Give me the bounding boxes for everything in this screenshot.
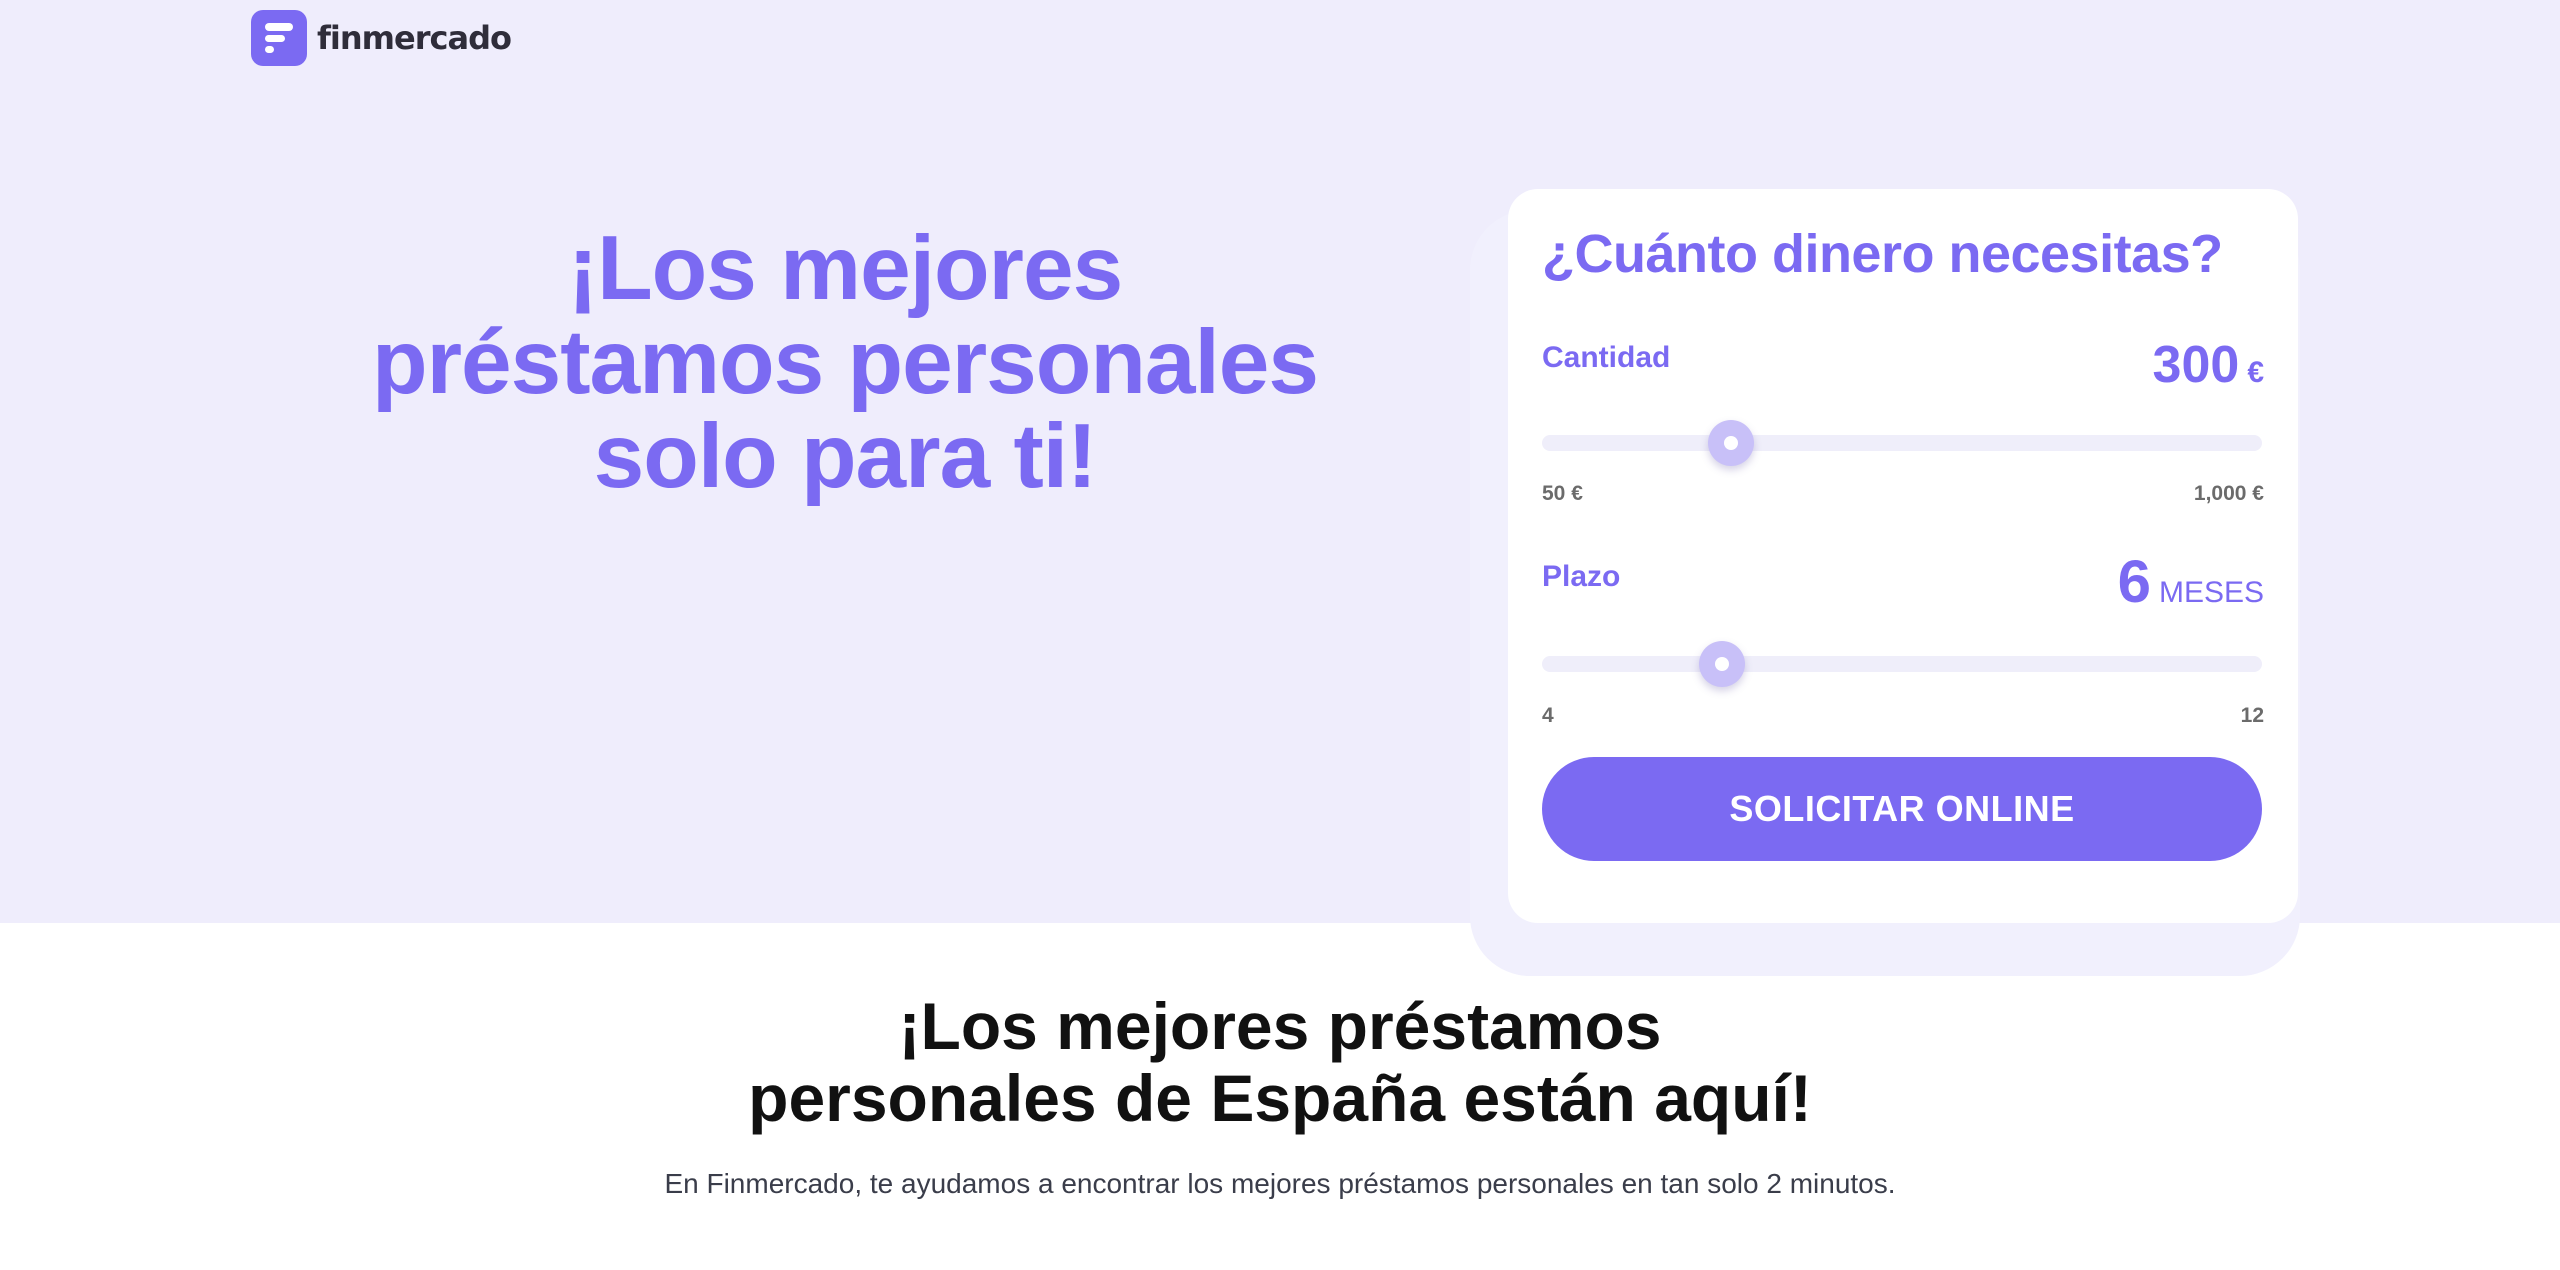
term-slider-thumb[interactable] — [1699, 641, 1745, 687]
brand-name: finmercado — [317, 19, 512, 57]
hero-title-line: préstamos personales — [371, 312, 1319, 413]
hero-title: ¡Los mejores préstamos personales solo p… — [300, 222, 1390, 504]
loan-calculator-card: ¿Cuánto dinero necesitas? Cantidad 300 € … — [1508, 189, 2298, 923]
amount-value-display: 300 € — [2153, 335, 2264, 395]
term-max-label: 12 — [2240, 704, 2264, 727]
finmercado-logo-icon — [251, 10, 307, 66]
apply-online-button[interactable]: SOLICITAR ONLINE — [1542, 757, 2262, 861]
term-unit: MESES — [2158, 576, 2264, 609]
hero-section: finmercado ¡Los mejores préstamos person… — [0, 0, 2560, 976]
calculator-title: ¿Cuánto dinero necesitas? — [1542, 224, 2223, 284]
section-description: En Finmercado, te ayudamos a encontrar l… — [664, 1168, 1896, 1199]
hero-title-line: ¡Los mejores — [567, 218, 1123, 319]
amount-label: Cantidad — [1542, 341, 1671, 374]
term-min-label: 4 — [1542, 704, 1554, 727]
hero-title-line: solo para ti! — [593, 406, 1098, 507]
brand-logo[interactable]: finmercado — [251, 10, 512, 66]
term-value: 6 — [2117, 548, 2151, 615]
section-title-line: personales de España están aquí! — [748, 1061, 1812, 1135]
term-value-display: 6 MESES — [2118, 547, 2264, 616]
amount-min-label: 50 € — [1542, 482, 1583, 505]
amount-max-label: 1,000 € — [2193, 482, 2264, 505]
amount-unit: € — [2247, 356, 2264, 389]
amount-slider-thumb[interactable] — [1708, 420, 1755, 466]
term-slider-track[interactable] — [1542, 656, 2262, 672]
term-label: Plazo — [1542, 560, 1621, 593]
section-title-line: ¡Los mejores préstamos — [898, 989, 1662, 1063]
section-title: ¡Los mejores préstamos personales de Esp… — [0, 990, 2560, 1134]
amount-slider-track[interactable] — [1542, 435, 2262, 451]
amount-value: 300 — [2152, 336, 2240, 394]
